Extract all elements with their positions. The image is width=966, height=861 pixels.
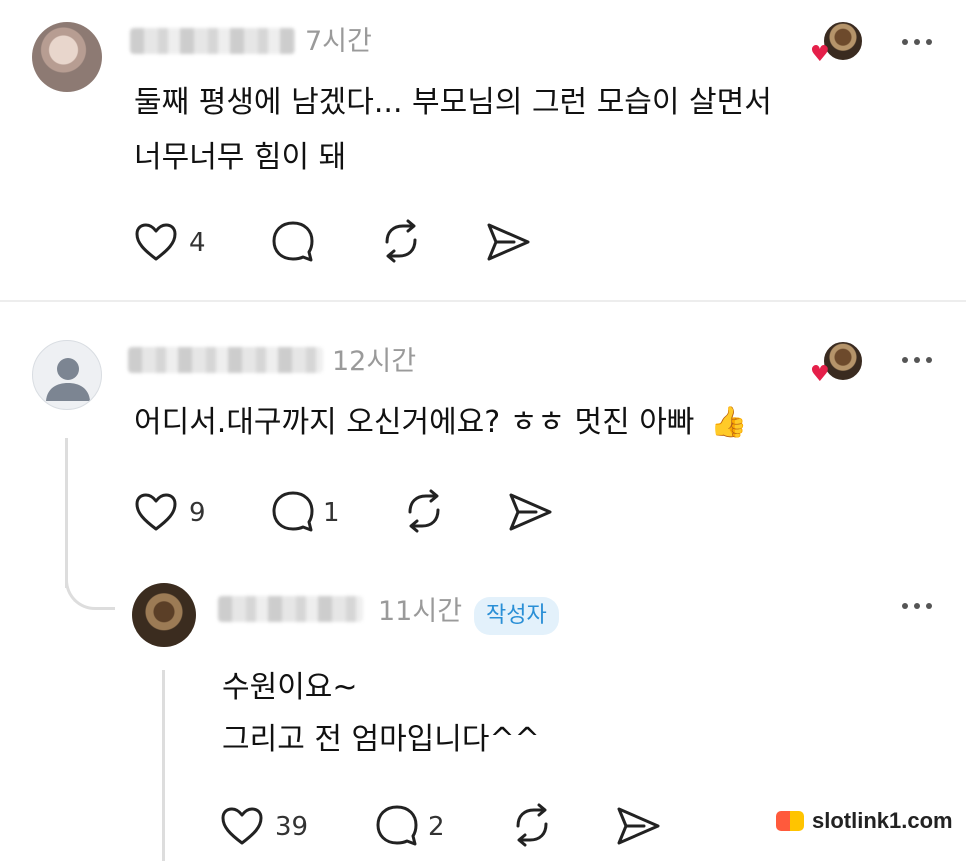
watermark-logo-icon bbox=[776, 811, 804, 831]
share-button[interactable] bbox=[506, 490, 554, 534]
timestamp: 11시간 bbox=[378, 596, 463, 627]
like-count: 4 bbox=[189, 228, 206, 258]
share-button[interactable] bbox=[484, 220, 532, 264]
reply-count: 2 bbox=[428, 812, 445, 842]
like-button[interactable] bbox=[134, 492, 178, 532]
reply-button[interactable] bbox=[374, 804, 420, 848]
default-avatar[interactable] bbox=[32, 340, 102, 410]
heart-outline-icon bbox=[135, 223, 177, 261]
comment-divider bbox=[0, 300, 966, 302]
like-count: 39 bbox=[275, 812, 309, 842]
comment-text-line-1: 수원이요~ bbox=[222, 670, 358, 705]
timestamp: 7시간 bbox=[305, 26, 372, 57]
comment-bubble-icon bbox=[272, 491, 314, 532]
username-blurred[interactable] bbox=[130, 28, 295, 54]
heart-outline-icon bbox=[221, 807, 263, 845]
username-blurred[interactable] bbox=[128, 347, 323, 373]
like-button[interactable] bbox=[134, 222, 178, 262]
repost-icon bbox=[408, 489, 440, 533]
username-blurred[interactable] bbox=[218, 596, 363, 622]
repost-icon bbox=[385, 219, 417, 263]
comment-text-line-2: 너무너무 힘이 돼 bbox=[134, 140, 347, 175]
repost-icon bbox=[516, 803, 548, 847]
repost-button[interactable] bbox=[508, 802, 556, 848]
heart-icon: ♥ bbox=[810, 42, 830, 67]
more-options-icon[interactable] bbox=[902, 39, 932, 45]
send-icon bbox=[487, 223, 530, 261]
comment-text-line-1: 둘째 평생에 남겠다... 부모님의 그런 모습이 살면서 bbox=[134, 85, 772, 120]
like-count: 9 bbox=[189, 498, 206, 528]
reply-thread-line bbox=[162, 670, 165, 861]
comment-text-line-1: 어디서.대구까지 오신거에요? ㅎㅎ 멋진 아빠 bbox=[134, 405, 695, 440]
author-badge: 작성자 bbox=[474, 597, 559, 635]
send-icon bbox=[509, 493, 552, 531]
thumbs-up-emoji: 👍 bbox=[709, 405, 748, 440]
comment-bubble-icon bbox=[376, 805, 418, 846]
timestamp: 12시간 bbox=[332, 346, 417, 377]
like-button[interactable] bbox=[220, 806, 264, 846]
more-options-icon[interactable] bbox=[902, 357, 932, 363]
share-button[interactable] bbox=[614, 804, 662, 848]
person-silhouette-icon bbox=[46, 358, 90, 401]
author-avatar[interactable] bbox=[132, 583, 196, 647]
avatar[interactable] bbox=[32, 22, 102, 92]
thread-connector-curve bbox=[65, 560, 115, 610]
heart-icon: ♥ bbox=[810, 362, 830, 387]
comment-text: 어디서.대구까지 오신거에요? ㅎㅎ 멋진 아빠 👍 bbox=[134, 408, 747, 438]
repost-button[interactable] bbox=[377, 218, 425, 264]
repost-button[interactable] bbox=[400, 488, 448, 534]
reply-button[interactable] bbox=[270, 220, 316, 264]
watermark: slotlink1.com bbox=[776, 808, 953, 834]
reply-button[interactable] bbox=[270, 490, 316, 534]
comment-bubble-icon bbox=[272, 221, 314, 262]
send-icon bbox=[617, 807, 660, 845]
reply-count: 1 bbox=[323, 498, 340, 528]
comment-text-line-2: 그리고 전 엄마입니다^^ bbox=[222, 722, 540, 757]
watermark-text: slotlink1.com bbox=[812, 808, 953, 833]
more-options-icon[interactable] bbox=[902, 603, 932, 609]
heart-outline-icon bbox=[135, 493, 177, 531]
